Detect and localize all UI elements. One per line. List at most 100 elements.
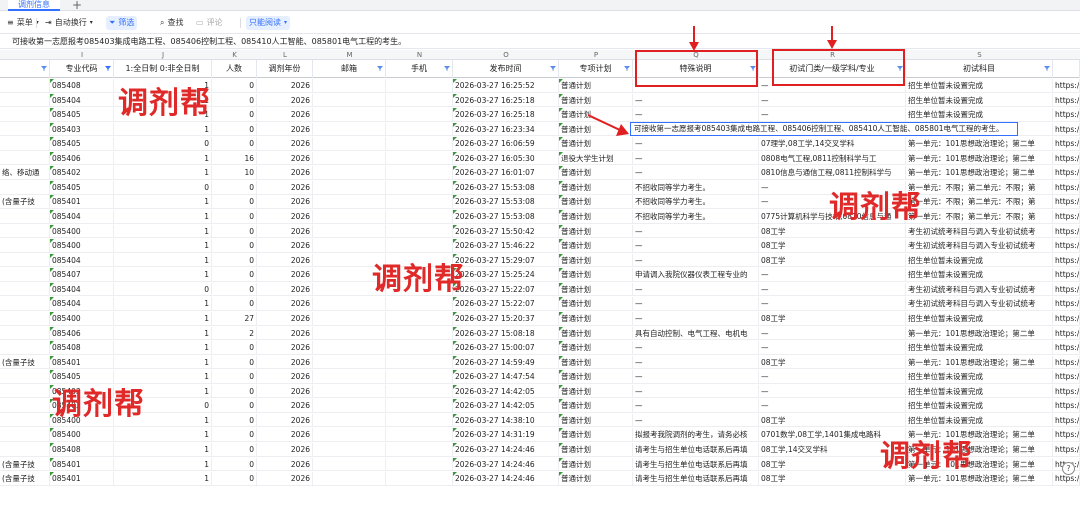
- table-cell[interactable]: 第一单元：不限；第二单元：不限；第: [906, 180, 1053, 195]
- table-cell[interactable]: 普通计划: [559, 195, 633, 210]
- table-cell[interactable]: [313, 151, 386, 166]
- add-tab-button[interactable]: +: [72, 0, 82, 12]
- table-cell[interactable]: [0, 239, 50, 253]
- table-cell[interactable]: 0: [212, 108, 257, 122]
- table-cell[interactable]: (含量子技: [0, 195, 50, 210]
- table-cell[interactable]: —: [759, 282, 906, 297]
- table-cell[interactable]: 1: [114, 443, 212, 457]
- table-cell[interactable]: [0, 253, 50, 268]
- table-cell[interactable]: https:/: [1053, 210, 1080, 224]
- table-cell[interactable]: 0: [212, 399, 257, 413]
- table-cell[interactable]: (含量子技: [0, 457, 50, 472]
- table-cell[interactable]: 普通计划: [559, 428, 633, 443]
- table-cell[interactable]: 普通计划: [559, 443, 633, 457]
- table-cell[interactable]: https:/: [1053, 413, 1080, 428]
- table-cell[interactable]: [386, 311, 453, 326]
- table-cell[interactable]: 普通计划: [559, 137, 633, 151]
- table-cell[interactable]: —: [759, 108, 906, 122]
- table-cell[interactable]: 0810信息与通信工程,0811控制科学与: [759, 166, 906, 180]
- table-cell[interactable]: —: [633, 282, 759, 297]
- table-cell[interactable]: [313, 472, 386, 486]
- table-cell[interactable]: [313, 108, 386, 122]
- table-cell[interactable]: 2026-03-27 15:25:24: [453, 268, 559, 282]
- table-cell[interactable]: [313, 384, 386, 399]
- table-cell[interactable]: 普通计划: [559, 210, 633, 224]
- table-cell[interactable]: https:/: [1053, 151, 1080, 166]
- table-cell[interactable]: 招生单位暂未设置完成: [906, 413, 1053, 428]
- filter-icon[interactable]: [624, 66, 630, 71]
- col-letter[interactable]: M: [313, 50, 386, 60]
- table-cell[interactable]: 2026: [257, 122, 313, 137]
- table-cell[interactable]: 普通计划: [559, 239, 633, 253]
- table-cell[interactable]: —: [633, 166, 759, 180]
- table-cell[interactable]: 085404: [50, 93, 114, 108]
- table-cell[interactable]: 第一单元：不限；第二单元：不限；第: [906, 210, 1053, 224]
- table-cell[interactable]: https:/: [1053, 341, 1080, 355]
- table-cell[interactable]: [313, 239, 386, 253]
- table-cell[interactable]: 普通计划: [559, 79, 633, 93]
- table-cell[interactable]: —: [759, 268, 906, 282]
- table-cell[interactable]: [0, 326, 50, 341]
- table-cell[interactable]: [313, 93, 386, 108]
- table-cell[interactable]: 2026: [257, 384, 313, 399]
- table-cell[interactable]: [0, 210, 50, 224]
- table-cell[interactable]: 085401: [50, 457, 114, 472]
- table-cell[interactable]: 085405: [50, 137, 114, 151]
- table-cell[interactable]: 2026-03-27 15:50:42: [453, 224, 559, 239]
- table-cell[interactable]: https:/: [1053, 195, 1080, 210]
- table-cell[interactable]: https:/: [1053, 428, 1080, 443]
- table-cell[interactable]: [313, 326, 386, 341]
- table-cell[interactable]: 招生单位暂未设置完成: [906, 311, 1053, 326]
- table-cell[interactable]: 085406: [50, 326, 114, 341]
- table-cell[interactable]: [0, 137, 50, 151]
- table-cell[interactable]: 2026: [257, 253, 313, 268]
- table-cell[interactable]: 退役大学生计划: [559, 151, 633, 166]
- table-cell[interactable]: [0, 224, 50, 239]
- table-cell[interactable]: 2026-03-27 15:00:07: [453, 341, 559, 355]
- table-cell[interactable]: 16: [212, 151, 257, 166]
- table-cell[interactable]: 2026: [257, 195, 313, 210]
- table-cell[interactable]: 0: [212, 224, 257, 239]
- table-cell[interactable]: 085402: [50, 166, 114, 180]
- table-cell[interactable]: 2026-03-27 15:22:07: [453, 297, 559, 311]
- table-cell[interactable]: 2026: [257, 457, 313, 472]
- table-cell[interactable]: 0: [212, 268, 257, 282]
- table-cell[interactable]: [313, 370, 386, 384]
- table-cell[interactable]: [386, 180, 453, 195]
- table-cell[interactable]: 0: [212, 355, 257, 370]
- table-cell[interactable]: 2026-03-27 16:25:18: [453, 93, 559, 108]
- table-cell[interactable]: [386, 443, 453, 457]
- table-cell[interactable]: 0: [212, 472, 257, 486]
- table-cell[interactable]: 2026-03-27 16:01:07: [453, 166, 559, 180]
- table-cell[interactable]: [0, 370, 50, 384]
- table-cell[interactable]: 1: [114, 210, 212, 224]
- table-cell[interactable]: [386, 370, 453, 384]
- table-cell[interactable]: https:/: [1053, 108, 1080, 122]
- table-cell[interactable]: —: [633, 151, 759, 166]
- table-cell[interactable]: 2026: [257, 472, 313, 486]
- table-cell[interactable]: [386, 341, 453, 355]
- col-letter[interactable]: J: [114, 50, 212, 60]
- table-cell[interactable]: 2026: [257, 326, 313, 341]
- table-cell[interactable]: [386, 355, 453, 370]
- table-cell[interactable]: 普通计划: [559, 224, 633, 239]
- table-cell[interactable]: 普通计划: [559, 282, 633, 297]
- table-cell[interactable]: [313, 195, 386, 210]
- table-cell[interactable]: 2026: [257, 108, 313, 122]
- table-cell[interactable]: 不招收同等学力考生。: [633, 195, 759, 210]
- filter-icon[interactable]: [377, 66, 383, 71]
- col-letter[interactable]: K: [212, 50, 257, 60]
- table-cell[interactable]: [0, 311, 50, 326]
- table-cell[interactable]: 2026-03-27 16:25:18: [453, 108, 559, 122]
- table-cell[interactable]: 普通计划: [559, 370, 633, 384]
- table-cell[interactable]: [0, 413, 50, 428]
- table-cell[interactable]: 招生单位暂未设置完成: [906, 93, 1053, 108]
- table-cell[interactable]: —: [633, 108, 759, 122]
- table-cell[interactable]: 085400: [50, 311, 114, 326]
- table-cell[interactable]: —: [759, 341, 906, 355]
- find-button[interactable]: ⌕ 查找: [157, 16, 186, 30]
- table-cell[interactable]: [386, 151, 453, 166]
- table-cell[interactable]: [313, 355, 386, 370]
- table-cell[interactable]: 085400: [50, 239, 114, 253]
- table-cell[interactable]: 085405: [50, 180, 114, 195]
